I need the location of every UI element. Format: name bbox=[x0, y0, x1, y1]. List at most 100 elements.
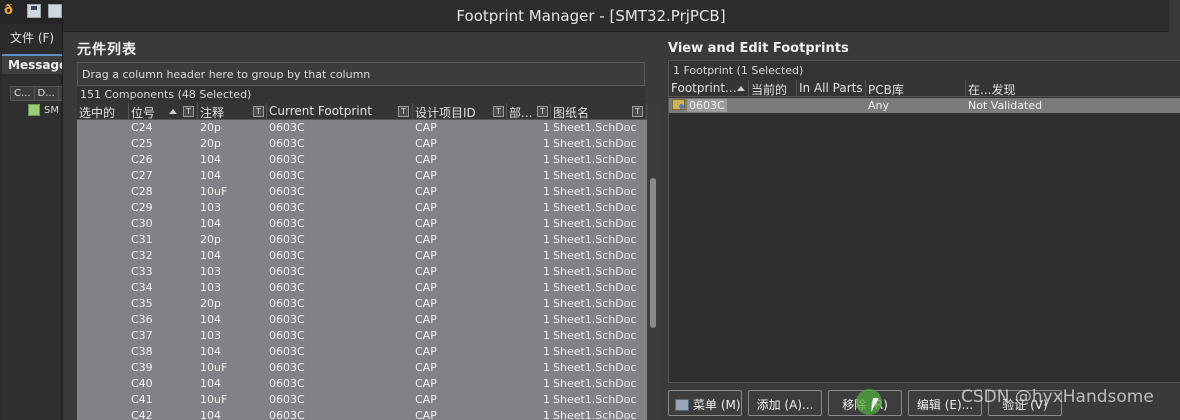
table-row[interactable]: C24 20p 0603C CAP 1 Sheet1.SchDoc bbox=[77, 120, 647, 136]
table-row[interactable]: C34 103 0603C CAP 1 Sheet1.SchDoc bbox=[77, 280, 647, 296]
cell-design-item-id: CAP bbox=[415, 377, 437, 390]
table-row[interactable]: C25 20p 0603C CAP 1 Sheet1.SchDoc bbox=[77, 136, 647, 152]
cell-current-footprint: 0603C bbox=[269, 393, 305, 406]
table-row[interactable]: C35 20p 0603C CAP 1 Sheet1.SchDoc bbox=[77, 296, 647, 312]
filter-icon[interactable]: T bbox=[183, 106, 194, 117]
scrollbar-thumb[interactable] bbox=[650, 178, 656, 328]
watermark-text: CSDN @hyxHandsome bbox=[961, 387, 1154, 407]
table-row[interactable]: C26 104 0603C CAP 1 Sheet1.SchDoc bbox=[77, 152, 647, 168]
cell-comment: 20p bbox=[200, 137, 221, 150]
cell-current-footprint: 0603C bbox=[269, 281, 305, 294]
cell-part: 1 bbox=[543, 361, 550, 374]
column-selected[interactable]: 选中的 bbox=[77, 103, 129, 120]
cell-comment: 103 bbox=[200, 201, 221, 214]
cell-part: 1 bbox=[543, 233, 550, 246]
column-pcb-library[interactable]: PCB库 bbox=[866, 80, 966, 97]
table-row[interactable]: C30 104 0603C CAP 1 Sheet1.SchDoc bbox=[77, 216, 647, 232]
cell-part: 1 bbox=[543, 249, 550, 262]
messages-panel-tab[interactable]: Messages bbox=[2, 54, 62, 74]
table-row[interactable]: C40 104 0603C CAP 1 Sheet1.SchDoc bbox=[77, 376, 647, 392]
cell-part: 1 bbox=[543, 169, 550, 182]
menu-file[interactable]: 文件 (F) bbox=[10, 29, 54, 46]
column-in-all-parts[interactable]: In All Parts bbox=[797, 80, 866, 97]
footprint-row[interactable]: 0603C Any Not Validated bbox=[669, 98, 1180, 113]
component-rows: C24 20p 0603C CAP 1 Sheet1.SchDoc C25 20p 0603C C… bbox=[77, 120, 647, 420]
table-row[interactable]: C39 10uF 0603C CAP 1 Sheet1.SchDoc bbox=[77, 360, 647, 376]
altium-logo-icon[interactable]: ð bbox=[4, 4, 18, 18]
cell-part: 1 bbox=[543, 313, 550, 326]
footprint-pcb-library: Any bbox=[868, 99, 890, 112]
cell-sheet-name: Sheet1.SchDoc bbox=[553, 169, 637, 182]
filter-icon[interactable]: T bbox=[632, 106, 643, 117]
column-sheet-name[interactable]: 图纸名 T bbox=[551, 103, 647, 120]
cell-design-item-id: CAP bbox=[415, 153, 437, 166]
table-row[interactable]: C27 104 0603C CAP 1 Sheet1.SchDoc bbox=[77, 168, 647, 184]
table-row[interactable]: C31 20p 0603C CAP 1 Sheet1.SchDoc bbox=[77, 232, 647, 248]
dialog-titlebar[interactable]: Footprint Manager - [SMT32.PrjPCB] bbox=[63, 0, 1180, 32]
column-found-in[interactable]: 在...发现 bbox=[966, 80, 1180, 97]
cell-part: 1 bbox=[543, 185, 550, 198]
cell-design-item-id: CAP bbox=[415, 409, 437, 420]
save-icon[interactable] bbox=[27, 4, 41, 18]
table-row[interactable]: C28 10uF 0603C CAP 1 Sheet1.SchDoc bbox=[77, 184, 647, 200]
table-row[interactable]: C38 104 0603C CAP 1 Sheet1.SchDoc bbox=[77, 344, 647, 360]
cell-part: 1 bbox=[543, 329, 550, 342]
cell-designator: C40 bbox=[131, 377, 153, 390]
filter-icon[interactable]: T bbox=[398, 106, 409, 117]
cell-current-footprint: 0603C bbox=[269, 409, 305, 420]
add-button[interactable]: 添加 (A)... bbox=[748, 390, 822, 416]
sort-ascending-icon[interactable] bbox=[737, 86, 745, 91]
cell-current-footprint: 0603C bbox=[269, 169, 305, 182]
cell-part: 1 bbox=[543, 409, 550, 420]
component-table-scrollbar[interactable] bbox=[647, 103, 660, 420]
cell-designator: C42 bbox=[131, 409, 153, 420]
table-row[interactable]: C37 103 0603C CAP 1 Sheet1.SchDoc bbox=[77, 328, 647, 344]
messages-header: C... D... bbox=[10, 86, 64, 101]
cell-comment: 104 bbox=[200, 217, 221, 230]
cell-designator: C30 bbox=[131, 217, 153, 230]
component-count: 151 Components (48 Selected) bbox=[77, 87, 645, 103]
cell-sheet-name: Sheet1.SchDoc bbox=[553, 409, 637, 420]
table-row[interactable]: C29 103 0603C CAP 1 Sheet1.SchDoc bbox=[77, 200, 647, 216]
cell-current-footprint: 0603C bbox=[269, 185, 305, 198]
column-footprint[interactable]: Footprint... bbox=[669, 80, 749, 97]
table-row[interactable]: C33 103 0603C CAP 1 Sheet1.SchDoc bbox=[77, 264, 647, 280]
table-row[interactable]: C41 10uF 0603C CAP 1 Sheet1.SchDoc bbox=[77, 392, 647, 408]
column-comment[interactable]: 注释 T bbox=[198, 103, 267, 120]
filter-icon[interactable]: T bbox=[493, 106, 504, 117]
cell-comment: 104 bbox=[200, 409, 221, 420]
cell-part: 1 bbox=[543, 137, 550, 150]
messages-column-class[interactable]: C... bbox=[11, 87, 35, 100]
cell-current-footprint: 0603C bbox=[269, 153, 305, 166]
cell-design-item-id: CAP bbox=[415, 265, 437, 278]
cell-part: 1 bbox=[543, 345, 550, 358]
column-designator[interactable]: 位号 T bbox=[129, 103, 198, 120]
cell-comment: 104 bbox=[200, 169, 221, 182]
table-row[interactable]: C42 104 0603C CAP 1 Sheet1.SchDoc bbox=[77, 408, 647, 420]
group-by-area[interactable]: Drag a column header here to group by th… bbox=[77, 62, 645, 86]
column-current-footprint[interactable]: Current Footprint T bbox=[267, 103, 413, 120]
component-list-heading: 元件列表 bbox=[77, 42, 137, 58]
messages-row[interactable]: SM bbox=[28, 104, 59, 116]
messages-column-document[interactable]: D... bbox=[35, 87, 59, 100]
cell-design-item-id: CAP bbox=[415, 393, 437, 406]
table-row[interactable]: C32 104 0603C CAP 1 Sheet1.SchDoc bbox=[77, 248, 647, 264]
table-row[interactable]: C36 104 0603C CAP 1 Sheet1.SchDoc bbox=[77, 312, 647, 328]
filter-icon[interactable]: T bbox=[253, 106, 264, 117]
component-table-header: 选中的 位号 T 注释 T Current Footprint T 设计项目ID… bbox=[77, 103, 647, 120]
cell-part: 1 bbox=[543, 281, 550, 294]
cell-part: 1 bbox=[543, 201, 550, 214]
save-all-icon[interactable] bbox=[48, 4, 62, 18]
filter-icon[interactable]: T bbox=[537, 106, 548, 117]
sort-ascending-icon[interactable] bbox=[169, 109, 177, 114]
column-part[interactable]: 部... T bbox=[507, 103, 551, 120]
column-design-item-id[interactable]: 设计项目ID T bbox=[413, 103, 507, 120]
cell-sheet-name: Sheet1.SchDoc bbox=[553, 217, 637, 230]
column-current[interactable]: 当前的 bbox=[749, 80, 797, 97]
cell-part: 1 bbox=[543, 121, 550, 134]
cell-comment: 104 bbox=[200, 345, 221, 358]
cell-current-footprint: 0603C bbox=[269, 297, 305, 310]
menu-button[interactable]: 菜单 (M) bbox=[668, 390, 742, 416]
cell-design-item-id: CAP bbox=[415, 169, 437, 182]
menu-icon bbox=[675, 399, 689, 411]
